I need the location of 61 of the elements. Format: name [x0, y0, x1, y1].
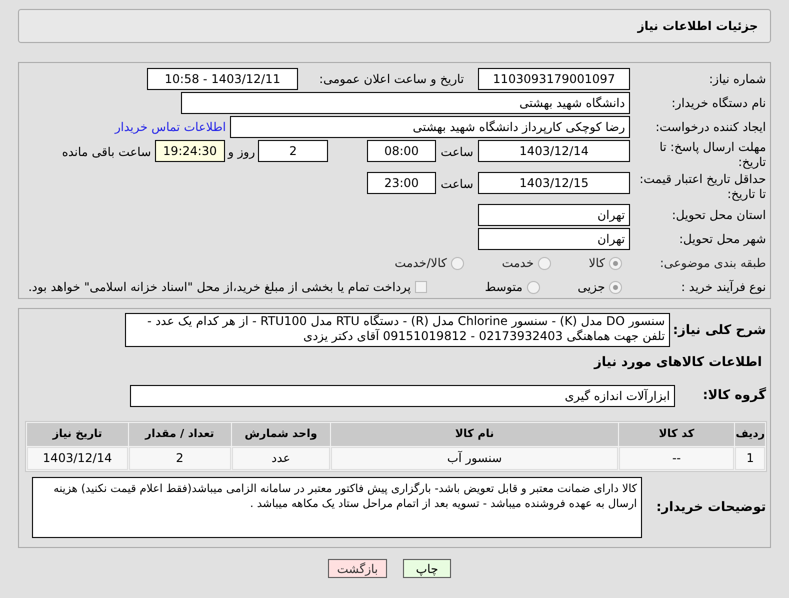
- buyer-org-field[interactable]: دانشگاه شهید بهشتی: [181, 92, 630, 114]
- field-label: تاریخ و ساعت اعلان عمومی:: [318, 72, 465, 86]
- date-field[interactable]: 1403/12/14: [478, 140, 630, 162]
- days-label: روز و: [226, 144, 256, 161]
- column-header: کد کالا: [618, 422, 734, 446]
- table-cell: 1403/12/14: [27, 446, 128, 470]
- goods-group-field[interactable]: ابزارآلات اندازه گیری: [130, 384, 675, 406]
- announce-date-field[interactable]: 1403/12/11 - 10:58: [147, 68, 298, 90]
- field-label: استان محل تحویل:: [670, 208, 767, 222]
- field-label: شهر محل تحویل:: [678, 232, 767, 246]
- table-cell: --: [618, 446, 734, 470]
- radio-label: خدمت: [502, 255, 534, 272]
- page-title: جزئیات اطلاعات نیاز: [637, 18, 758, 35]
- radio-button[interactable]: [526, 280, 540, 294]
- radio-label: جزیی: [578, 279, 605, 296]
- checkbox[interactable]: [414, 281, 427, 293]
- requester-field[interactable]: رضا کوچکی کارپرداز دانشگاه شهید بهشتی: [230, 116, 630, 138]
- time-label: ساعت: [440, 176, 474, 193]
- time-field[interactable]: 23:00: [367, 172, 436, 194]
- city-field[interactable]: تهران: [478, 228, 630, 250]
- field-label: توضیحات خریدار:: [655, 500, 767, 514]
- checkbox-label: پرداخت تمام یا بخشی از مبلغ خرید،از محل "اسناد خزانه اسلامی" خواهد بود.: [28, 279, 411, 296]
- radio-label: کالا: [588, 255, 605, 272]
- print-button[interactable]: چاپ: [403, 559, 451, 578]
- radio-label: کالا/خدمت: [394, 255, 447, 272]
- field-label: شرح کلی نیاز:: [672, 322, 767, 338]
- table-cell: عدد: [232, 446, 330, 470]
- field-label: ایجاد کننده درخواست:: [654, 120, 767, 134]
- field-label: شماره نیاز:: [708, 72, 767, 86]
- column-header: واحد شمارش: [232, 422, 330, 446]
- radio-button[interactable]: [538, 256, 551, 270]
- radio-button[interactable]: [450, 256, 464, 270]
- field-label: نام دستگاه خریدار:: [670, 96, 767, 110]
- column-header: ردیف: [735, 422, 765, 446]
- field-label: مهلت ارسال پاسخ: تا تاریخ:: [658, 140, 767, 170]
- back-button[interactable]: بازگشت: [328, 559, 387, 578]
- remaining-label: ساعت باقی مانده: [62, 144, 152, 161]
- province-field[interactable]: تهران: [478, 204, 630, 226]
- radio-label: متوسط: [484, 279, 523, 296]
- column-header: تاریخ نیاز: [27, 422, 128, 446]
- time-field[interactable]: 08:00: [367, 140, 436, 162]
- radio-button[interactable]: [609, 256, 622, 270]
- radio-button[interactable]: [609, 280, 622, 294]
- contact-link[interactable]: اطلاعات تماس خریدار: [114, 118, 226, 136]
- date-field[interactable]: 1403/12/15: [478, 172, 630, 194]
- column-header: نام کالا: [331, 422, 618, 446]
- remaining-time-field[interactable]: 19:24:30: [155, 140, 225, 162]
- field-label: حداقل تاریخ اعتبار قیمت: تا تاریخ:: [638, 172, 767, 202]
- buyer-notes-box[interactable]: کالا دارای ضمانت معتبر و قابل تعویض باشد- بارگزاری پیش فاکتور معتبر در سامانه الزامی میباشد(فقط اعلام قیمت نکنید) هزینه ارسال به عهده فروشنده میباشد - تسویه بعد از اتمام مراحل ستاد یک مکاهه میباشد .: [32, 476, 642, 538]
- column-header: تعداد / مقدار: [128, 422, 231, 446]
- field-label: گروه کالا:: [702, 388, 767, 403]
- table-cell: 2: [128, 446, 231, 470]
- table-cell: سنسور آب: [331, 446, 618, 470]
- field-label: نوع فرآیند خرید :: [680, 280, 767, 294]
- field-label: طبقه بندی موضوعی:: [658, 256, 767, 270]
- description-box[interactable]: سنسور DO مدل (K) - سنسور Chlorine مدل (R) - دستگاه RTU مدل RTU100 - از هر کدام یک عدد - تلفن جهت هماهنگی 02173932403 - 09151019812 آقای دکتر یزدی: [125, 313, 670, 347]
- need-number-field[interactable]: 1103093179001097: [478, 68, 630, 90]
- time-label: ساعت: [440, 144, 474, 161]
- goods-heading: اطلاعات کالاهای مورد نیاز: [592, 354, 763, 372]
- days-field[interactable]: 2: [258, 140, 328, 162]
- table-cell: 1: [735, 446, 765, 470]
